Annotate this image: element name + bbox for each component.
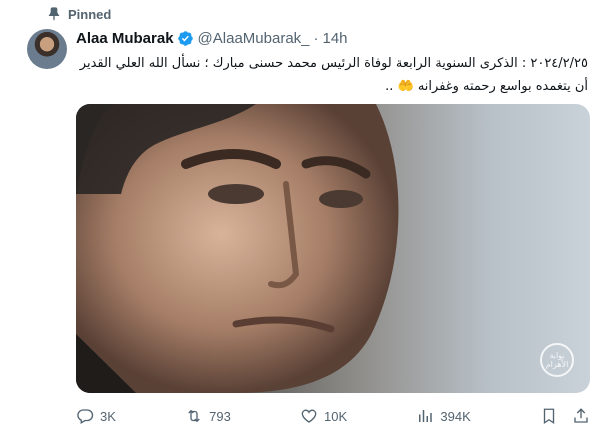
views-icon xyxy=(419,410,433,422)
pinned-indicator: Pinned xyxy=(46,6,111,22)
tweet-action-bar: 3K 793 10K 394K xyxy=(76,402,590,430)
views-button[interactable]: 394K xyxy=(416,407,471,425)
pin-icon xyxy=(46,6,62,22)
bookmark-icon xyxy=(543,408,555,425)
tweet-media-image[interactable]: بوابة الأهرام xyxy=(76,104,590,393)
like-button[interactable]: 10K xyxy=(300,407,347,425)
bookmark-button[interactable] xyxy=(540,407,558,425)
media-watermark: بوابة الأهرام xyxy=(540,343,574,377)
author-name[interactable]: Alaa Mubarak xyxy=(76,30,174,47)
like-icon xyxy=(301,409,317,423)
reply-button[interactable]: 3K xyxy=(76,407,116,425)
tweet-header: Alaa Mubarak @AlaaMubarak_ · 14h xyxy=(76,30,348,47)
share-button[interactable] xyxy=(572,407,590,425)
separator-dot: · xyxy=(313,30,319,47)
views-count: 394K xyxy=(440,408,471,424)
secondary-actions xyxy=(540,407,590,425)
pinned-label: Pinned xyxy=(68,6,112,22)
reply-count: 3K xyxy=(100,408,116,424)
verified-badge-icon[interactable] xyxy=(177,30,194,47)
tweet-time[interactable]: 14h xyxy=(323,30,348,47)
share-icon xyxy=(574,408,588,423)
retweet-icon xyxy=(188,409,200,423)
tweet-text: ٢٠٢٤/٢/٢٥ : الذكرى السنوية الرابعة لوفاة… xyxy=(79,56,588,94)
reply-icon xyxy=(77,409,94,424)
retweet-count: 793 xyxy=(209,408,231,424)
avatar[interactable] xyxy=(27,29,67,69)
author-handle[interactable]: @AlaaMubarak_ xyxy=(198,30,310,47)
retweet-button[interactable]: 793 xyxy=(185,407,231,425)
like-count: 10K xyxy=(324,408,348,424)
